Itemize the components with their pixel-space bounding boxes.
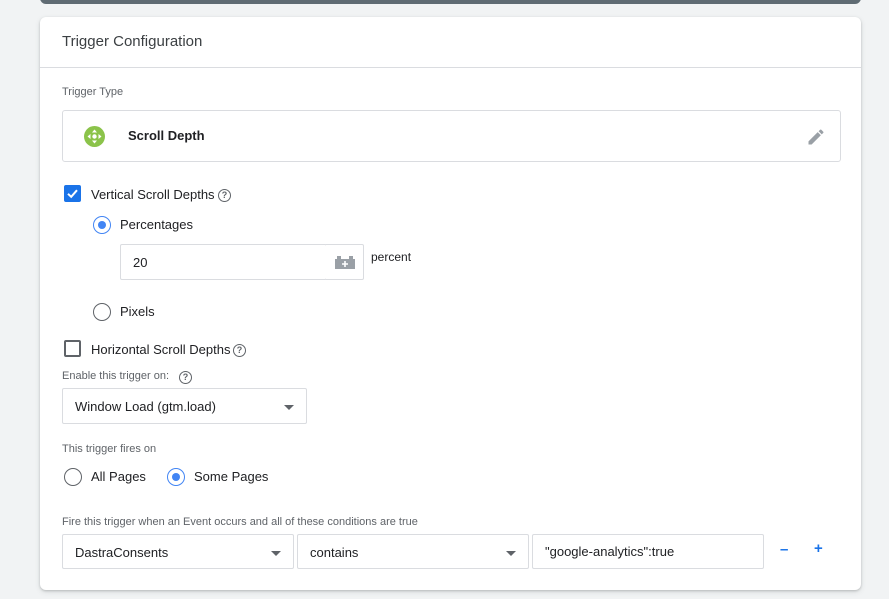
- condition-variable-select[interactable]: DastraConsents: [62, 534, 294, 569]
- help-icon[interactable]: ?: [218, 189, 231, 202]
- pencil-icon[interactable]: [806, 127, 826, 147]
- enable-on-select[interactable]: Window Load (gtm.load): [62, 388, 307, 424]
- trigger-type-selector[interactable]: Scroll Depth: [62, 110, 841, 162]
- percentages-input[interactable]: 20: [120, 244, 327, 280]
- card-header: Trigger Configuration: [40, 17, 861, 68]
- chevron-down-icon: [284, 405, 294, 410]
- horizontal-scroll-label: Horizontal Scroll Depths: [91, 342, 231, 357]
- previous-card-edge: [40, 0, 861, 4]
- chevron-down-icon: [271, 551, 281, 556]
- all-pages-radio[interactable]: [64, 468, 82, 486]
- enable-on-selected: Window Load (gtm.load): [75, 399, 216, 414]
- condition-operator-value: contains: [310, 545, 359, 560]
- remove-condition-button[interactable]: –: [780, 541, 788, 558]
- all-pages-label: All Pages: [91, 469, 146, 484]
- enable-on-label: Enable this trigger on:: [62, 370, 170, 382]
- condition-value-input[interactable]: "google-analytics":true: [532, 534, 764, 569]
- vertical-scroll-checkbox[interactable]: [64, 185, 81, 202]
- trigger-type-name: Scroll Depth: [128, 128, 205, 143]
- trigger-configuration-card: Trigger Configuration Trigger Type Scrol…: [40, 17, 861, 590]
- help-icon[interactable]: ?: [179, 371, 192, 384]
- condition-label: Fire this trigger when an Event occurs a…: [62, 516, 418, 528]
- percent-unit-label: percent: [371, 250, 412, 264]
- card-title: Trigger Configuration: [62, 33, 203, 50]
- some-pages-label: Some Pages: [194, 469, 269, 484]
- condition-variable-value: DastraConsents: [75, 545, 169, 560]
- vertical-scroll-label: Vertical Scroll Depths: [91, 187, 215, 202]
- help-icon[interactable]: ?: [233, 344, 246, 357]
- horizontal-scroll-checkbox[interactable]: [64, 340, 81, 357]
- chevron-down-icon: [506, 551, 516, 556]
- some-pages-radio[interactable]: [167, 468, 185, 486]
- trigger-type-label: Trigger Type: [62, 86, 124, 98]
- fires-on-label: This trigger fires on: [62, 443, 157, 455]
- scroll-depth-icon: [84, 126, 105, 147]
- percentages-label: Percentages: [120, 217, 193, 232]
- add-condition-button[interactable]: +: [814, 540, 823, 557]
- pixels-label: Pixels: [120, 304, 155, 319]
- condition-operator-select[interactable]: contains: [297, 534, 529, 569]
- pixels-radio[interactable]: [93, 303, 111, 321]
- percentages-radio[interactable]: [93, 216, 111, 234]
- variable-picker-icon[interactable]: [326, 244, 364, 280]
